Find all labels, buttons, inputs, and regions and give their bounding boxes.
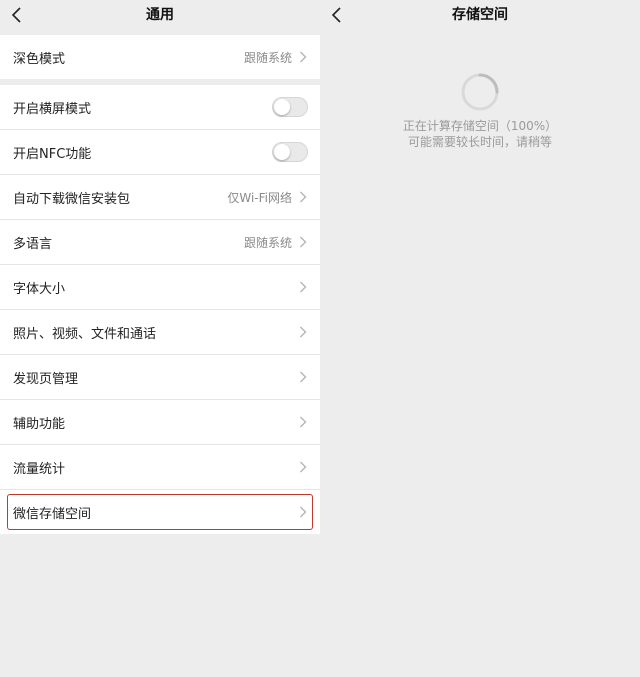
chevron-right-icon: [298, 50, 308, 64]
settings-group-general: 开启横屏模式 开启NFC功能 自动下载微信安装包 仅Wi-Fi网络 多语言 跟随…: [0, 85, 320, 534]
settings-group-display: 深色模式 跟随系统: [0, 35, 320, 79]
row-label: 字体大小: [13, 281, 66, 297]
chevron-right-icon: [298, 460, 308, 474]
toggle-knob: [274, 99, 290, 115]
landscape-toggle[interactable]: [272, 97, 308, 117]
row-landscape-mode: 开启横屏模式: [0, 85, 320, 129]
page-title: 通用: [146, 7, 174, 23]
row-media-calls[interactable]: 照片、视频、文件和通话: [0, 309, 320, 354]
row-label: 照片、视频、文件和通话: [13, 326, 157, 342]
chevron-right-icon: [298, 235, 308, 249]
toggle-knob: [274, 144, 290, 160]
row-value: 仅Wi-Fi网络: [227, 190, 292, 205]
row-data-usage[interactable]: 流量统计: [0, 444, 320, 489]
row-value: 跟随系统: [243, 235, 292, 250]
row-label: 开启横屏模式: [13, 101, 92, 117]
chevron-right-icon: [298, 280, 308, 294]
page-title: 存储空间: [452, 7, 508, 23]
row-label: 微信存储空间: [13, 506, 92, 522]
nav-bar: 存储空间: [320, 0, 640, 32]
row-label: 开启NFC功能: [13, 146, 92, 162]
nfc-toggle[interactable]: [272, 142, 308, 162]
spinner-icon: [461, 73, 499, 111]
row-label: 自动下载微信安装包: [13, 191, 131, 207]
row-nfc: 开启NFC功能: [0, 129, 320, 174]
row-dark-mode[interactable]: 深色模式 跟随系统: [0, 35, 320, 79]
storage-space-screen: 存储空间 正在计算存储空间（100%） 可能需要较长时间，请稍等: [320, 0, 640, 677]
row-accessibility[interactable]: 辅助功能: [0, 399, 320, 444]
nav-bar: 通用: [0, 0, 320, 32]
chevron-right-icon: [298, 505, 308, 519]
chevron-right-icon: [298, 325, 308, 339]
row-language[interactable]: 多语言 跟随系统: [0, 219, 320, 264]
row-auto-download[interactable]: 自动下载微信安装包 仅Wi-Fi网络: [0, 174, 320, 219]
row-label: 辅助功能: [13, 416, 66, 432]
chevron-right-icon: [298, 415, 308, 429]
row-label: 多语言: [13, 236, 53, 252]
row-discover-management[interactable]: 发现页管理: [0, 354, 320, 399]
loading-spinner: [320, 72, 640, 112]
row-label: 流量统计: [13, 461, 66, 477]
general-settings-screen: 通用 深色模式 跟随系统 开启横屏模式 开启NFC功能 自动下载微信安装包 仅W…: [0, 0, 320, 677]
row-wechat-storage[interactable]: 微信存储空间: [0, 489, 320, 534]
row-value: 跟随系统: [243, 50, 292, 65]
chevron-right-icon: [298, 190, 308, 204]
row-label: 深色模式: [13, 51, 66, 67]
row-font-size[interactable]: 字体大小: [0, 264, 320, 309]
chevron-right-icon: [298, 370, 308, 384]
loading-progress-text: 正在计算存储空间（100%）: [402, 119, 558, 133]
loading-message: 正在计算存储空间（100%） 可能需要较长时间，请稍等: [320, 118, 640, 150]
row-label: 发现页管理: [13, 371, 79, 387]
loading-wait-text: 可能需要较长时间，请稍等: [407, 135, 552, 149]
